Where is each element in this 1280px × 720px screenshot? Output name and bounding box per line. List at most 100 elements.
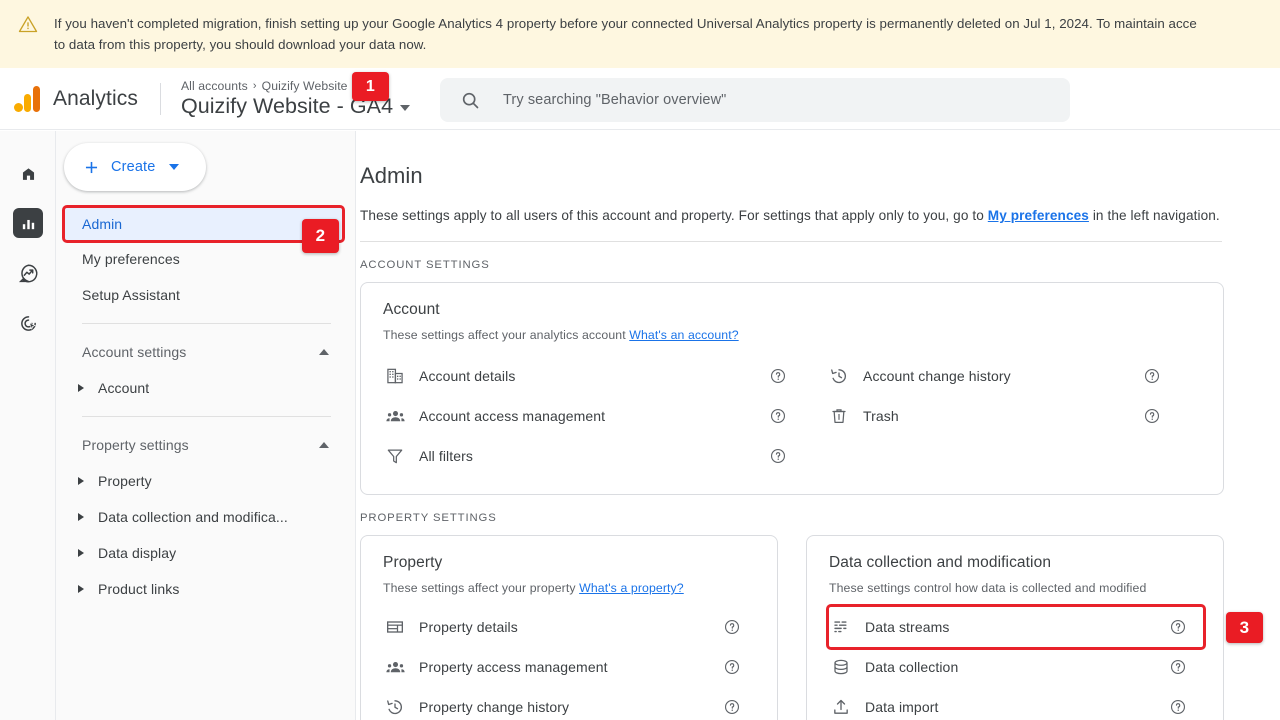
property-card-title: Property: [383, 554, 443, 571]
sidebar-subitem-data-display[interactable]: Data display: [64, 535, 343, 571]
triangle-right-icon[interactable]: [78, 513, 84, 521]
data-card-rows: Data streams Data collection Data import: [826, 604, 1206, 720]
trash-row[interactable]: Trash: [827, 396, 1203, 436]
rail-item-home[interactable]: [0, 148, 56, 198]
sidebar-group-label: Account settings: [82, 344, 187, 360]
data-streams-row[interactable]: Data streams: [826, 604, 1206, 650]
sidebar-item-label: My preferences: [82, 251, 180, 267]
sidebar-subitem-account[interactable]: Account: [64, 370, 343, 406]
rail-item-advertising[interactable]: [0, 298, 56, 348]
property-details-icon: [383, 617, 407, 637]
help-circle-icon[interactable]: [1169, 698, 1187, 716]
whats-an-account-link[interactable]: What's an account?: [629, 328, 738, 342]
account-details-row[interactable]: Account details: [383, 356, 827, 396]
content-divider: [360, 241, 1222, 242]
explore-icon: [13, 258, 43, 288]
breadcrumb-current-account[interactable]: Quizify Website: [262, 79, 348, 93]
sidebar-item-setup-assistant[interactable]: Setup Assistant: [64, 277, 343, 313]
search-input[interactable]: Try searching "Behavior overview": [440, 78, 1070, 122]
triangle-right-icon[interactable]: [78, 549, 84, 557]
home-icon: [13, 158, 43, 188]
people-group-icon: [383, 406, 407, 427]
data-import-row[interactable]: Data import: [829, 687, 1203, 720]
data-collection-card: Data collection and modification These s…: [806, 535, 1224, 720]
account-change-history-row[interactable]: Account change history: [827, 356, 1203, 396]
whats-a-property-link[interactable]: What's a property?: [579, 581, 684, 595]
reports-bar-chart-icon: [13, 208, 43, 238]
page-title: Admin: [360, 163, 423, 188]
sidebar-divider: [82, 323, 331, 324]
sidebar-nav-list: Admin My preferences Setup Assistant Acc…: [56, 205, 355, 607]
row-label: Account details: [419, 368, 516, 384]
property-change-history-row[interactable]: Property change history: [383, 687, 757, 720]
property-card-subtitle: These settings affect your property What…: [383, 581, 757, 595]
sidebar-subitem-label: Account: [98, 380, 150, 396]
sidebar-subitem-label: Property: [98, 473, 152, 489]
my-preferences-link[interactable]: My preferences: [988, 208, 1089, 223]
chevron-down-icon[interactable]: [400, 104, 411, 111]
property-settings-cards: Property These settings affect your prop…: [360, 535, 1224, 720]
help-circle-icon[interactable]: [1143, 367, 1161, 385]
people-group-icon: [383, 657, 407, 678]
triangle-right-icon[interactable]: [78, 585, 84, 593]
row-label: Account access management: [419, 408, 606, 424]
advertising-target-icon: [13, 308, 43, 338]
triangle-right-icon[interactable]: [78, 384, 84, 392]
rail-item-reports[interactable]: [0, 198, 56, 248]
help-circle-icon[interactable]: [723, 698, 741, 716]
account-card-rows: Account details Account access managemen…: [383, 356, 1203, 476]
help-circle-icon[interactable]: [1169, 618, 1187, 636]
annotation-badge-2: 2: [302, 219, 339, 253]
annotation-badge-3: 3: [1226, 612, 1263, 643]
row-label: Data collection: [865, 659, 959, 675]
chevron-up-icon[interactable]: [319, 442, 329, 448]
sidebar-subitem-property[interactable]: Property: [64, 463, 343, 499]
help-circle-icon[interactable]: [723, 618, 741, 636]
all-filters-row[interactable]: All filters: [383, 436, 827, 476]
banner-line-1: If you haven't completed migration, fini…: [54, 16, 1197, 31]
account-card-left-column: Account details Account access managemen…: [383, 356, 827, 476]
sidebar-subitem-product-links[interactable]: Product links: [64, 571, 343, 607]
help-circle-icon[interactable]: [769, 367, 787, 385]
chevron-down-icon[interactable]: [169, 164, 180, 170]
property-details-row[interactable]: Property details: [383, 607, 757, 647]
filter-funnel-icon: [383, 446, 407, 466]
account-card-title: Account: [383, 301, 440, 318]
property-access-management-row[interactable]: Property access management: [383, 647, 757, 687]
sidebar-group-account-settings[interactable]: Account settings: [64, 334, 343, 370]
rail-item-explore[interactable]: [0, 248, 56, 298]
search-placeholder: Try searching "Behavior overview": [503, 92, 727, 108]
history-clock-icon: [383, 697, 407, 717]
warning-triangle-icon: [18, 14, 38, 34]
upload-icon: [829, 697, 853, 717]
row-label: Trash: [863, 408, 899, 424]
sidebar-item-label: Setup Assistant: [82, 287, 181, 303]
data-streams-icon: [829, 617, 853, 637]
icon-rail: [0, 131, 56, 720]
triangle-right-icon[interactable]: [78, 477, 84, 485]
app-header: Analytics All accounts › Quizify Website…: [0, 68, 1280, 130]
breadcrumb-all-accounts[interactable]: All accounts: [181, 79, 248, 93]
property-settings-section-label: PROPERTY SETTINGS: [360, 512, 497, 524]
account-settings-card: Account These settings affect your analy…: [360, 282, 1224, 495]
help-circle-icon[interactable]: [769, 447, 787, 465]
sidebar-subitem-data-collection[interactable]: Data collection and modifica...: [64, 499, 343, 535]
property-card-rows: Property details Property access managem…: [383, 607, 757, 720]
help-circle-icon[interactable]: [769, 407, 787, 425]
data-collection-row[interactable]: Data collection: [829, 647, 1203, 687]
sidebar-group-label: Property settings: [82, 437, 189, 453]
data-card-title: Data collection and modification: [829, 554, 1052, 571]
create-button-label: Create: [111, 159, 156, 175]
account-card-subtitle-text: These settings affect your analytics acc…: [383, 328, 630, 342]
create-button[interactable]: Create: [64, 143, 206, 191]
account-access-management-row[interactable]: Account access management: [383, 396, 827, 436]
help-circle-icon[interactable]: [723, 658, 741, 676]
sidebar-subitem-label: Data collection and modifica...: [98, 509, 288, 525]
sidebar-divider: [82, 416, 331, 417]
help-circle-icon[interactable]: [1169, 658, 1187, 676]
chevron-up-icon[interactable]: [319, 349, 329, 355]
help-circle-icon[interactable]: [1143, 407, 1161, 425]
sidebar-group-property-settings[interactable]: Property settings: [64, 427, 343, 463]
breadcrumb-separator-icon: ›: [252, 79, 257, 92]
sidebar-subitem-label: Product links: [98, 581, 180, 597]
